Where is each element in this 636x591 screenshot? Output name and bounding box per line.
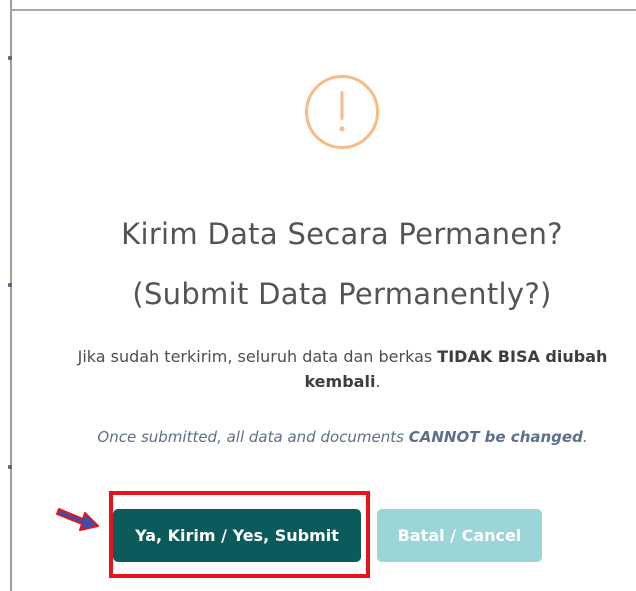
message-en-prefix: Once submitted, all data and documents <box>97 428 409 446</box>
dialog-title-en: (Submit Data Permanently?) <box>132 277 552 311</box>
red-arrow-icon <box>56 508 99 531</box>
dialog-title-id: Kirim Data Secara Permanen? <box>121 217 563 251</box>
screenshot-stage: Kirim Data Secara Permanen? (Submit Data… <box>0 0 636 591</box>
confirm-submit-button[interactable]: Ya, Kirim / Yes, Submit <box>113 509 361 562</box>
exclamation-icon <box>305 75 379 149</box>
dialog-message-en: Once submitted, all data and documents C… <box>60 425 625 449</box>
message-en-emphasis: CANNOT be changed <box>408 428 583 446</box>
message-en-suffix: . <box>582 428 588 446</box>
message-id-suffix: . <box>375 372 381 391</box>
cancel-button[interactable]: Batal / Cancel <box>377 509 542 562</box>
dialog-message-id: Jika sudah terkirim, seluruh data dan be… <box>60 344 625 394</box>
message-id-prefix: Jika sudah terkirim, seluruh data dan be… <box>77 347 438 366</box>
